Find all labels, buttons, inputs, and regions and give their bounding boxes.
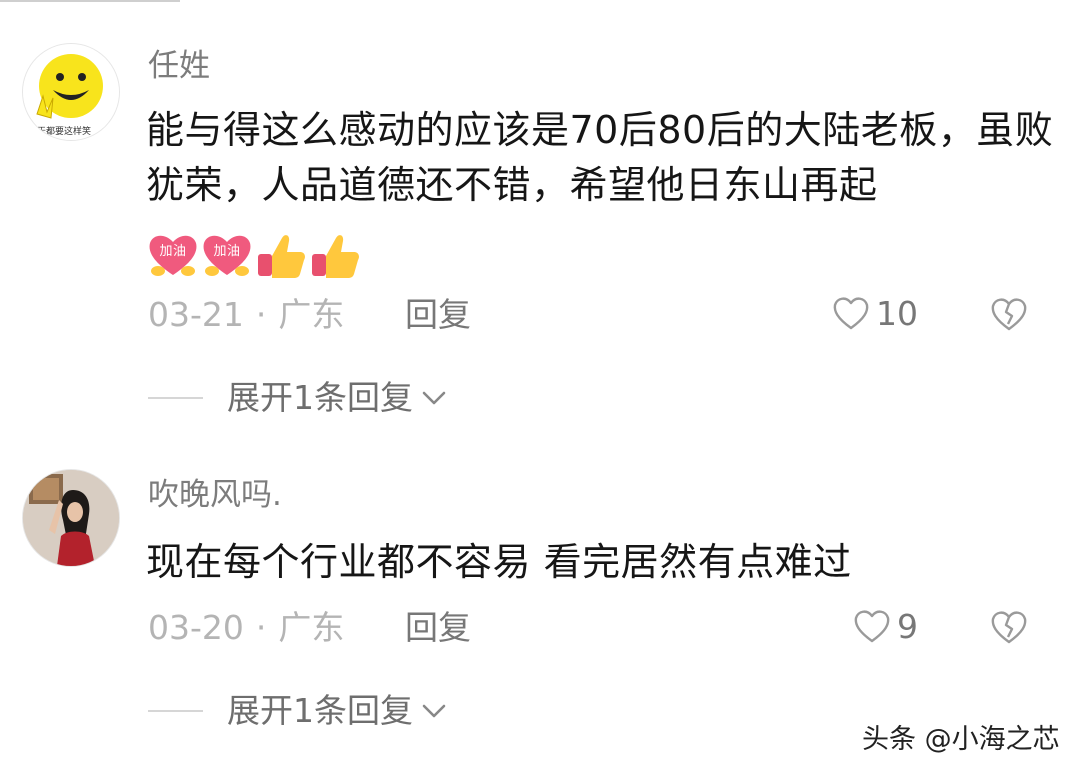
comment-item: 吹晚风吗. 现在每个行业都不容易 看完居然有点难过 03-20 · 广东 回复 9 … [0, 0, 1080, 777]
source-watermark: 头条 @小海之芯 [862, 724, 1060, 755]
reply-button[interactable]: 回复 [405, 611, 471, 644]
expand-replies-button[interactable]: 展开1条回复 [148, 694, 447, 727]
comment-page: 天都要这样笑 任姓 能与得这么感动的应该是70后80后的大陆老板，虽败犹荣，人品… [0, 0, 1080, 777]
portrait-avatar-icon [23, 470, 119, 566]
meta-separator: · [255, 608, 267, 647]
expand-replies-label: 展开1条回复 [227, 691, 413, 730]
like-count: 9 [897, 606, 918, 646]
avatar[interactable] [22, 469, 120, 567]
comment-meta: 03-20 · 广东 [148, 611, 344, 644]
expand-divider-line [148, 709, 203, 712]
username[interactable]: 吹晚风吗. [148, 480, 282, 511]
dislike-button[interactable] [989, 609, 1029, 649]
heart-outline-icon [854, 610, 890, 643]
comment-location: 广东 [278, 608, 345, 647]
comment-text: 现在每个行业都不容易 看完居然有点难过 [146, 540, 852, 584]
like-button[interactable]: 9 [853, 608, 918, 644]
chevron-down-icon [422, 704, 446, 717]
comment-date: 03-20 [148, 608, 244, 647]
broken-heart-icon [991, 611, 1027, 644]
